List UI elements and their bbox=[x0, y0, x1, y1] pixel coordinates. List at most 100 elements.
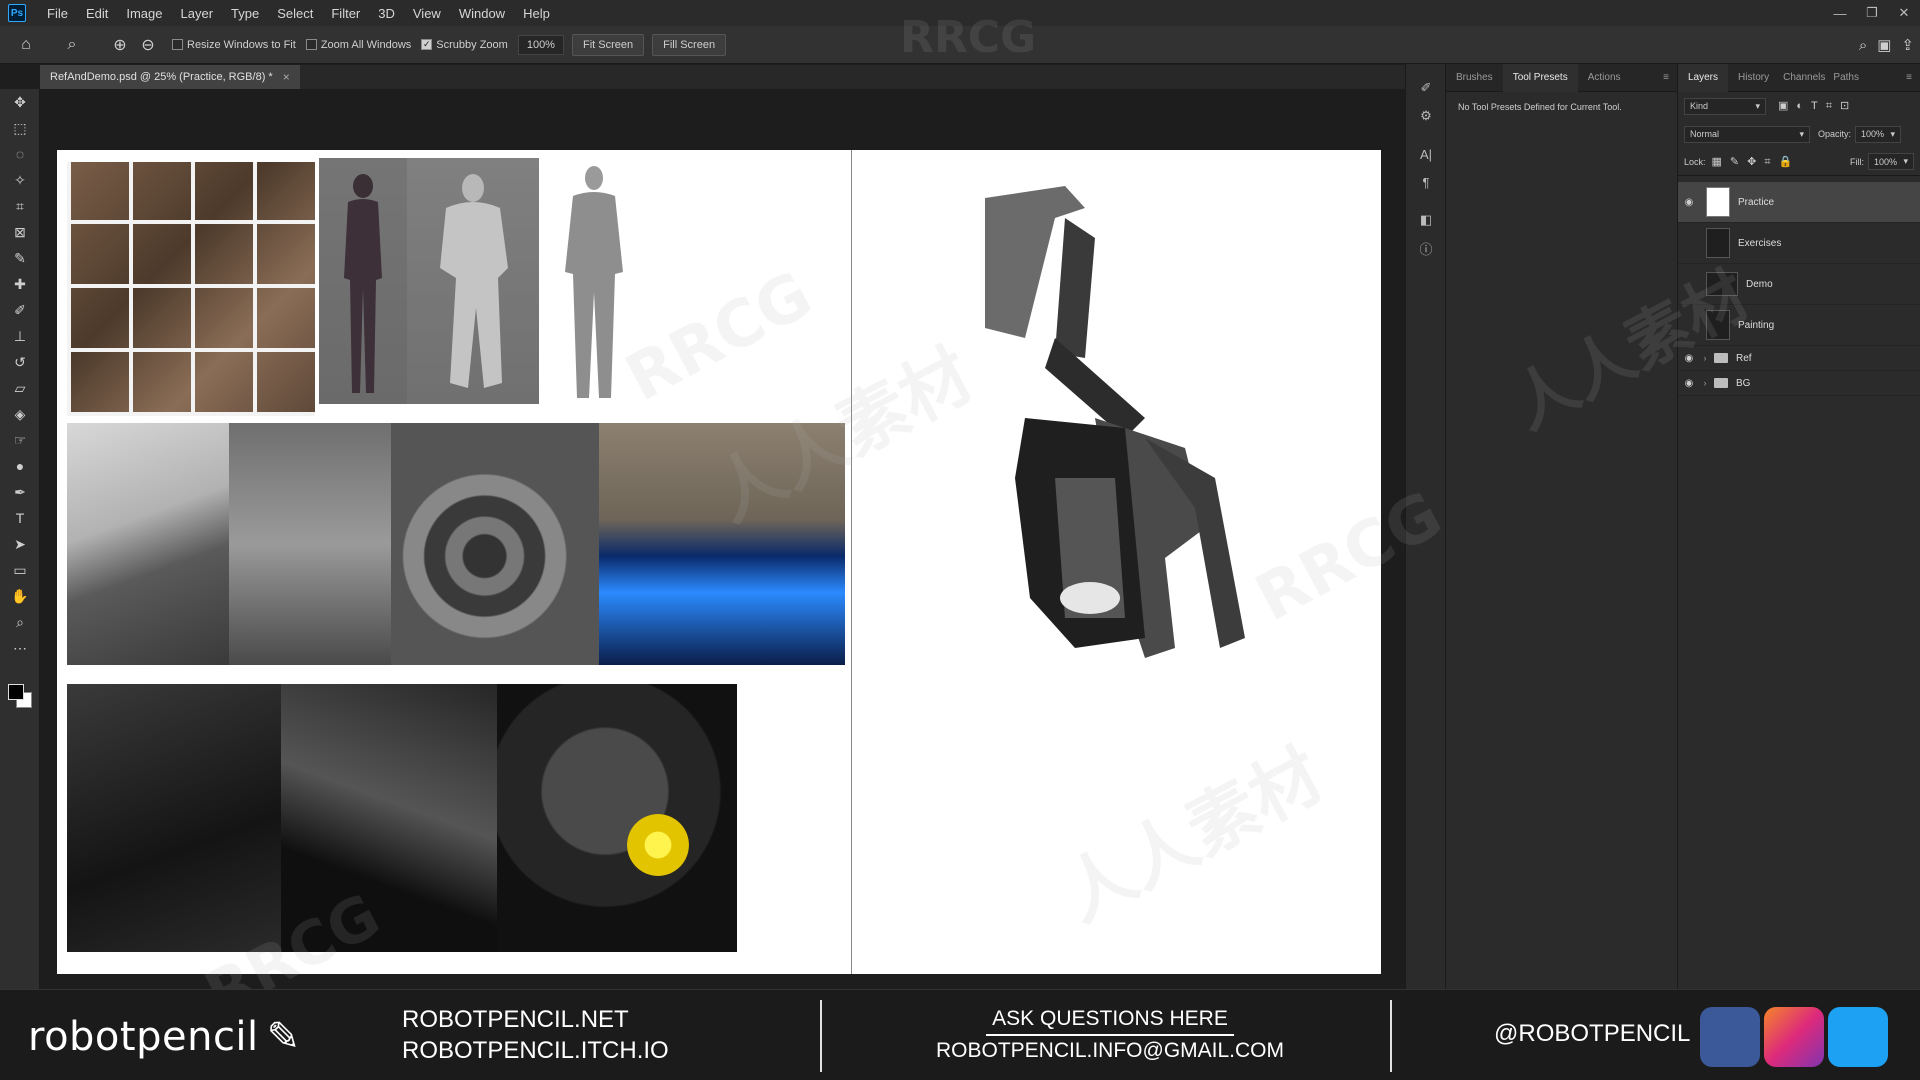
paragraph-icon[interactable]: ¶ bbox=[1406, 168, 1446, 196]
filter-kind-select[interactable]: Kind ▾ bbox=[1684, 97, 1766, 115]
tab-history[interactable]: History bbox=[1728, 64, 1779, 92]
search-icon[interactable]: ⌕ bbox=[1859, 37, 1867, 54]
filter-kind-label: Kind bbox=[1690, 101, 1709, 111]
close-button[interactable]: ✕ bbox=[1888, 0, 1920, 26]
eyedropper-icon[interactable]: ✎ bbox=[0, 245, 40, 271]
chevron-right-icon[interactable]: › bbox=[1700, 353, 1710, 363]
menu-filter[interactable]: Filter bbox=[322, 6, 369, 21]
frame-tool-icon[interactable]: ⊠ bbox=[0, 219, 40, 245]
eye-icon[interactable]: ◉ bbox=[1678, 378, 1700, 389]
zoom-all-checkbox[interactable]: Zoom All Windows bbox=[305, 38, 412, 51]
magic-wand-icon[interactable]: ✧ bbox=[0, 167, 40, 193]
eraser-tool-icon[interactable]: ▱ bbox=[0, 375, 40, 401]
fill-value: 100% bbox=[1874, 156, 1898, 167]
type-tool-icon[interactable]: T bbox=[0, 505, 40, 531]
menu-3d[interactable]: 3D bbox=[369, 6, 404, 21]
resize-windows-checkbox[interactable]: Resize Windows to Fit bbox=[172, 39, 296, 51]
resize-windows-box[interactable] bbox=[172, 39, 183, 50]
pen-tool-icon[interactable]: ✒ bbox=[0, 479, 40, 505]
smudge-tool-icon[interactable]: ☞ bbox=[0, 427, 40, 453]
panel-menu-icon[interactable]: ≡ bbox=[1663, 72, 1677, 83]
zoom-all-label: Zoom All Windows bbox=[320, 38, 412, 51]
menu-view[interactable]: View bbox=[404, 6, 450, 21]
ask-questions-title: ASK QUESTIONS HERE bbox=[986, 1004, 1234, 1036]
document-canvas[interactable] bbox=[57, 150, 1381, 974]
menu-select[interactable]: Select bbox=[268, 6, 322, 21]
practice-sketch bbox=[985, 186, 1245, 658]
tab-layers[interactable]: Layers bbox=[1678, 63, 1729, 92]
scrubby-zoom-box[interactable]: ✓ bbox=[421, 39, 433, 50]
zoom-icon[interactable]: ⌕ bbox=[0, 609, 40, 635]
zoom-tool-icon[interactable]: ⌕ bbox=[58, 31, 86, 59]
zoom-all-box[interactable] bbox=[305, 39, 317, 50]
social-icons bbox=[1700, 1004, 1905, 1070]
menu-image[interactable]: Image bbox=[117, 6, 171, 21]
move-tool-icon[interactable]: ✥ bbox=[0, 89, 40, 115]
layer-group-ref[interactable]: ◉ › Ref bbox=[1678, 346, 1920, 371]
info-icon[interactable]: ⓘ bbox=[1406, 234, 1446, 262]
canvas-area[interactable] bbox=[40, 89, 1405, 989]
blend-mode-select[interactable]: Normal ▾ bbox=[1684, 125, 1810, 143]
opacity-field[interactable]: 100% ▾ bbox=[1855, 125, 1902, 143]
shape-tool-icon[interactable]: ▭ bbox=[0, 557, 40, 583]
layer-row-painting[interactable]: ◉ Painting bbox=[1678, 305, 1920, 346]
share-icon[interactable]: ⇪ bbox=[1901, 36, 1914, 54]
history-brush-icon[interactable]: ↺ bbox=[0, 349, 40, 375]
adjustments-icon[interactable]: ◧ bbox=[1406, 206, 1446, 234]
zoom-percent-field[interactable]: 100% bbox=[517, 34, 564, 55]
zoom-in-icon[interactable]: ⊕ bbox=[106, 31, 134, 59]
chevron-right-icon[interactable]: › bbox=[1700, 378, 1710, 388]
lock-row: Lock: ▦✎✥⌗🔒 Fill: 100% ▾ bbox=[1678, 148, 1920, 176]
fill-field[interactable]: 100% ▾ bbox=[1868, 153, 1914, 170]
document-tab[interactable]: RefAndDemo.psd @ 25% (Practice, RGB/8) *… bbox=[40, 65, 300, 89]
eye-hidden-icon[interactable]: ◉ bbox=[1678, 320, 1700, 331]
stamp-tool-icon[interactable]: ⊥ bbox=[0, 323, 40, 349]
hand-tool-icon[interactable]: ✋ bbox=[0, 583, 40, 609]
clone-source-icon[interactable]: ⚙ bbox=[1406, 102, 1446, 130]
minimize-button[interactable]: — bbox=[1824, 0, 1856, 26]
scrubby-zoom-checkbox[interactable]: ✓ Scrubby Zoom bbox=[421, 39, 508, 51]
eye-icon[interactable]: ◉ bbox=[1678, 197, 1700, 208]
lasso-tool-icon[interactable]: ◌ bbox=[0, 141, 40, 167]
marquee-tool-icon[interactable]: ⬚ bbox=[0, 115, 40, 141]
layers-menu-icon[interactable]: ≡ bbox=[1906, 72, 1920, 83]
home-icon[interactable]: ⌂ bbox=[12, 31, 40, 59]
healing-brush-icon[interactable]: ✚ bbox=[0, 271, 40, 297]
tab-actions[interactable]: Actions bbox=[1578, 64, 1631, 92]
path-select-icon[interactable]: ➤ bbox=[0, 531, 40, 557]
restore-button[interactable]: ❐ bbox=[1856, 0, 1888, 26]
close-tab-icon[interactable]: × bbox=[283, 70, 290, 84]
dodge-tool-icon[interactable]: ● bbox=[0, 453, 40, 479]
menu-type[interactable]: Type bbox=[222, 6, 268, 21]
menu-edit[interactable]: Edit bbox=[77, 6, 117, 21]
brush-tool-icon[interactable]: ✐ bbox=[0, 297, 40, 323]
menu-help[interactable]: Help bbox=[514, 6, 559, 21]
tab-paths[interactable]: Paths bbox=[1829, 64, 1863, 92]
tab-channels[interactable]: Channels bbox=[1779, 64, 1829, 92]
layer-row-demo[interactable]: ◉ Demo bbox=[1678, 264, 1920, 305]
layer-row-exercises[interactable]: ◉ Exercises bbox=[1678, 223, 1920, 264]
menu-window[interactable]: Window bbox=[450, 6, 514, 21]
menu-file[interactable]: File bbox=[38, 6, 77, 21]
filter-type-icons[interactable]: ▣◐T⌗⊡ bbox=[1778, 99, 1857, 113]
tab-tool-presets[interactable]: Tool Presets bbox=[1502, 63, 1578, 92]
fill-screen-button[interactable]: Fill Screen bbox=[652, 33, 727, 56]
workspace-icon[interactable]: ▣ bbox=[1877, 36, 1891, 54]
zoom-out-icon[interactable]: ⊖ bbox=[134, 31, 162, 59]
lock-icons[interactable]: ▦✎✥⌗🔒 bbox=[1712, 155, 1801, 169]
foreground-color-swatch[interactable] bbox=[8, 684, 24, 700]
tab-brushes[interactable]: Brushes bbox=[1446, 64, 1503, 92]
layer-group-bg[interactable]: ◉ › BG bbox=[1678, 371, 1920, 396]
fit-screen-button[interactable]: Fit Screen bbox=[571, 33, 645, 56]
crop-tool-icon[interactable]: ⌗ bbox=[0, 193, 40, 219]
menu-layer[interactable]: Layer bbox=[172, 6, 223, 21]
layer-row-practice[interactable]: ◉ Practice bbox=[1678, 182, 1920, 223]
character-icon[interactable]: A| bbox=[1406, 140, 1446, 168]
eye-hidden-icon[interactable]: ◉ bbox=[1678, 279, 1700, 290]
eye-hidden-icon[interactable]: ◉ bbox=[1678, 238, 1700, 249]
paint-bucket-icon[interactable]: ◈ bbox=[0, 401, 40, 427]
brush-settings-icon[interactable]: ✐ bbox=[1406, 74, 1446, 102]
more-tools-icon[interactable]: ⋯ bbox=[0, 635, 40, 661]
eye-icon[interactable]: ◉ bbox=[1678, 353, 1700, 364]
blend-mode-label: Normal bbox=[1690, 129, 1720, 139]
